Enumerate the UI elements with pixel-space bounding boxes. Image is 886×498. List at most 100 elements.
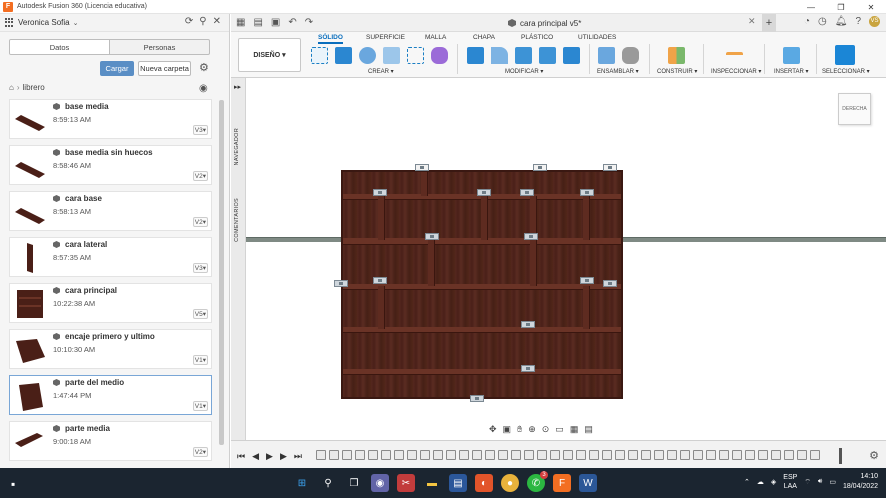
timeline-feature[interactable] bbox=[680, 450, 690, 460]
tab-malla[interactable]: MALLA bbox=[425, 34, 446, 41]
timeline-feature[interactable] bbox=[602, 450, 612, 460]
file-explorer-icon[interactable]: ▬ bbox=[423, 474, 441, 492]
team-icon[interactable]: ◉ bbox=[199, 83, 208, 94]
joint-marker[interactable] bbox=[477, 189, 491, 196]
snipping-tool-icon[interactable]: ✂ bbox=[397, 474, 415, 492]
group-seleccionar[interactable]: SELECCIONAR ▾ bbox=[822, 68, 870, 75]
list-item[interactable]: cara principal 10:22:38 AM V5▾ bbox=[9, 283, 212, 323]
timeline-feature[interactable] bbox=[745, 450, 755, 460]
timeline-feature[interactable] bbox=[446, 450, 456, 460]
create-sketch-icon[interactable] bbox=[311, 47, 328, 64]
home-icon[interactable]: ⌂ bbox=[9, 83, 14, 92]
timeline-feature[interactable] bbox=[485, 450, 495, 460]
chrome-icon[interactable]: ● bbox=[501, 474, 519, 492]
joint-marker[interactable] bbox=[425, 233, 439, 240]
viewports-icon[interactable]: ▤ bbox=[584, 424, 593, 435]
group-insertar[interactable]: INSERTAR ▾ bbox=[774, 68, 808, 75]
joint-marker[interactable] bbox=[521, 365, 535, 372]
joint-marker[interactable] bbox=[580, 277, 594, 284]
minimize-button[interactable]: — bbox=[796, 0, 826, 14]
group-ensamblar[interactable]: ENSAMBLAR ▾ bbox=[597, 68, 639, 75]
joint-marker[interactable] bbox=[470, 395, 484, 402]
joint-marker[interactable] bbox=[334, 280, 348, 287]
timeline-feature[interactable] bbox=[420, 450, 430, 460]
joint-marker[interactable] bbox=[373, 189, 387, 196]
tab-utilidades[interactable]: UTILIDADES bbox=[578, 34, 616, 41]
press-pull-icon[interactable] bbox=[467, 47, 484, 64]
pattern-icon[interactable] bbox=[407, 47, 424, 64]
refresh-icon[interactable]: ⟳ bbox=[185, 16, 193, 27]
canvas-viewport[interactable]: ▸▸ NAVEGADOR COMENTARIOS DERECHA ✥ ▣ ✋︎ … bbox=[231, 78, 886, 440]
version-badge[interactable]: V2▾ bbox=[192, 171, 208, 181]
timeline-feature[interactable] bbox=[563, 450, 573, 460]
list-item[interactable]: encaje primero y ultimo 10:10:30 AM V1▾ bbox=[9, 329, 212, 369]
list-item[interactable]: base media 8:59:13 AM V3▾ bbox=[9, 99, 212, 139]
save-icon[interactable]: ▣ bbox=[271, 17, 280, 28]
go-to-end-icon[interactable]: ⏭ bbox=[294, 451, 302, 462]
timeline-feature[interactable] bbox=[810, 450, 820, 460]
timeline-feature[interactable] bbox=[758, 450, 768, 460]
job-status-icon[interactable]: ◷ bbox=[818, 16, 827, 27]
language-indicator[interactable]: ESP LAA bbox=[783, 473, 797, 491]
maximize-button[interactable]: ❐ bbox=[826, 0, 856, 14]
joint-marker[interactable] bbox=[415, 164, 429, 171]
gear-icon[interactable]: ⚙ bbox=[199, 61, 209, 74]
joint-marker[interactable] bbox=[524, 233, 538, 240]
timeline-feature[interactable] bbox=[524, 450, 534, 460]
play-icon[interactable]: ▶ bbox=[266, 451, 273, 462]
list-item[interactable]: cara base 8:58:13 AM V2▾ bbox=[9, 191, 212, 231]
file-list-scrollbar[interactable] bbox=[219, 100, 224, 445]
timeline-feature[interactable] bbox=[667, 450, 677, 460]
timeline-feature[interactable] bbox=[316, 450, 326, 460]
timeline-feature[interactable] bbox=[732, 450, 742, 460]
combine-icon[interactable] bbox=[539, 47, 556, 64]
file-menu-icon[interactable]: ▤ bbox=[253, 17, 262, 28]
breadcrumb-folder[interactable]: librero bbox=[23, 83, 45, 92]
battery-icon[interactable]: ▭ bbox=[829, 478, 836, 486]
list-item[interactable]: base media sin huecos 8:58:46 AM V2▾ bbox=[9, 145, 212, 185]
chevron-up-icon[interactable]: ⌃ bbox=[744, 478, 750, 486]
timeline-feature[interactable] bbox=[771, 450, 781, 460]
version-badge[interactable]: V1▾ bbox=[192, 355, 208, 365]
joint-marker[interactable] bbox=[521, 321, 535, 328]
timeline-feature[interactable] bbox=[537, 450, 547, 460]
version-badge[interactable]: V3▾ bbox=[192, 263, 208, 273]
joint-marker[interactable] bbox=[603, 164, 617, 171]
revolve-icon[interactable] bbox=[359, 47, 376, 64]
timeline-feature[interactable] bbox=[498, 450, 508, 460]
list-item[interactable]: parte media 9:00:18 AM V2▾ bbox=[9, 421, 212, 461]
workspace-selector[interactable]: DISEÑO ▾ bbox=[238, 38, 301, 72]
step-back-icon[interactable]: ◀ bbox=[252, 451, 259, 462]
new-tab-button[interactable]: + bbox=[762, 14, 776, 32]
group-modificar[interactable]: MODIFICAR ▾ bbox=[505, 68, 543, 75]
extensions-icon[interactable]: ◔ bbox=[804, 16, 810, 27]
timeline-feature[interactable] bbox=[459, 450, 469, 460]
network-icon[interactable]: ⌔ bbox=[804, 478, 811, 487]
pan-icon[interactable]: ✋︎ bbox=[517, 424, 522, 435]
grid-settings-icon[interactable]: ▦ bbox=[570, 424, 579, 435]
timeline-feature[interactable] bbox=[719, 450, 729, 460]
joint-marker[interactable] bbox=[520, 189, 534, 196]
timeline-feature[interactable] bbox=[576, 450, 586, 460]
version-badge[interactable]: V3▾ bbox=[192, 125, 208, 135]
search-icon[interactable]: ⚲ bbox=[199, 16, 206, 27]
help-icon[interactable]: ? bbox=[855, 16, 861, 27]
timeline-feature[interactable] bbox=[693, 450, 703, 460]
close-tab-icon[interactable]: ✕ bbox=[748, 16, 756, 27]
timeline-feature[interactable] bbox=[407, 450, 417, 460]
new-component-icon[interactable] bbox=[598, 47, 615, 64]
timeline-feature[interactable] bbox=[381, 450, 391, 460]
extrude-icon[interactable] bbox=[335, 47, 352, 64]
version-badge[interactable]: V5▾ bbox=[192, 309, 208, 319]
timeline-feature[interactable] bbox=[329, 450, 339, 460]
group-crear[interactable]: CREAR ▾ bbox=[368, 68, 394, 75]
orbit-icon[interactable]: ✥ bbox=[489, 424, 497, 435]
measure-icon[interactable] bbox=[726, 52, 743, 60]
cloud-icon[interactable]: ☁ bbox=[757, 478, 764, 486]
timeline-feature[interactable] bbox=[706, 450, 716, 460]
version-badge[interactable]: V2▾ bbox=[192, 217, 208, 227]
avatar[interactable]: VS bbox=[869, 16, 880, 27]
timeline-feature[interactable] bbox=[368, 450, 378, 460]
timeline-feature[interactable] bbox=[628, 450, 638, 460]
zoom-icon[interactable]: ⊕ bbox=[528, 424, 536, 435]
